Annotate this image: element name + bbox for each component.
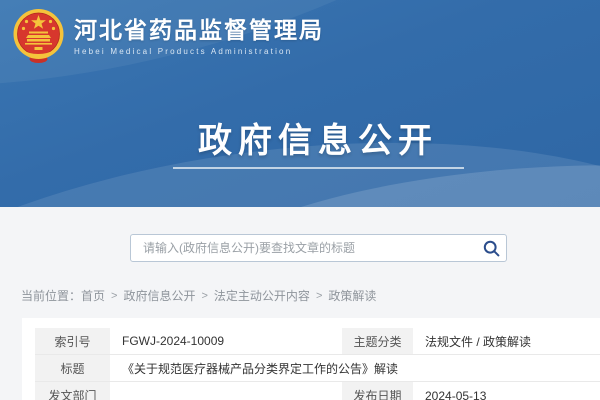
- breadcrumb-separator: >: [111, 290, 117, 302]
- meta-label-issuing-dept: 发文部门: [35, 382, 112, 400]
- table-row: 标题 《关于规范医疗器械产品分类界定工作的公告》解读: [35, 355, 600, 382]
- search-box: [130, 234, 507, 262]
- site-logo[interactable]: 河北省药品监督管理局 Hebei Medical Products Admini…: [12, 7, 324, 65]
- breadcrumb-item-gov-info[interactable]: 政府信息公开: [123, 287, 195, 304]
- banner-underline: [173, 167, 464, 169]
- document-meta-table: 索引号 FGWJ-2024-10009 主题分类 法规文件 / 政策解读 标题 …: [35, 328, 600, 400]
- page: 河北省药品监督管理局 Hebei Medical Products Admini…: [0, 0, 600, 400]
- breadcrumb-item-statutory-disclosure[interactable]: 法定主动公开内容: [214, 287, 310, 304]
- breadcrumb-prefix: 当前位置：: [21, 287, 81, 304]
- site-title-cn: 河北省药品监督管理局: [74, 17, 324, 43]
- meta-value-topic-category: 法规文件 / 政策解读: [415, 328, 600, 354]
- breadcrumb: 当前位置： 首页 > 政府信息公开 > 法定主动公开内容 > 政策解读: [21, 287, 376, 304]
- china-national-emblem-icon: [12, 7, 65, 65]
- site-title-en: Hebei Medical Products Administration: [74, 47, 324, 56]
- breadcrumb-item-home[interactable]: 首页: [81, 287, 105, 304]
- meta-value-publish-date: 2024-05-13: [415, 382, 600, 400]
- site-title: 河北省药品监督管理局 Hebei Medical Products Admini…: [74, 17, 324, 56]
- magnifier-icon: [483, 240, 500, 257]
- search-button[interactable]: [476, 235, 506, 261]
- document-card: 索引号 FGWJ-2024-10009 主题分类 法规文件 / 政策解读 标题 …: [22, 318, 600, 400]
- meta-value-index-no: FGWJ-2024-10009: [112, 328, 340, 354]
- table-row: 索引号 FGWJ-2024-10009 主题分类 法规文件 / 政策解读: [35, 328, 600, 355]
- banner-title: 政府信息公开: [138, 113, 498, 162]
- table-row: 发文部门 发布日期 2024-05-13: [35, 382, 600, 400]
- meta-label-topic-category: 主题分类: [340, 328, 415, 354]
- search-input[interactable]: [131, 235, 476, 261]
- meta-label-title: 标题: [35, 355, 112, 381]
- breadcrumb-item-policy-interpretation: 政策解读: [328, 287, 376, 304]
- meta-value-issuing-dept: [112, 382, 340, 400]
- meta-value-title: 《关于规范医疗器械产品分类界定工作的公告》解读: [112, 355, 600, 381]
- site-header: 河北省药品监督管理局 Hebei Medical Products Admini…: [0, 0, 600, 207]
- meta-label-publish-date: 发布日期: [340, 382, 415, 400]
- meta-label-index-no: 索引号: [35, 328, 112, 354]
- breadcrumb-separator: >: [316, 290, 322, 302]
- breadcrumb-separator: >: [201, 290, 207, 302]
- content-area: 当前位置： 首页 > 政府信息公开 > 法定主动公开内容 > 政策解读 索引号 …: [0, 207, 600, 400]
